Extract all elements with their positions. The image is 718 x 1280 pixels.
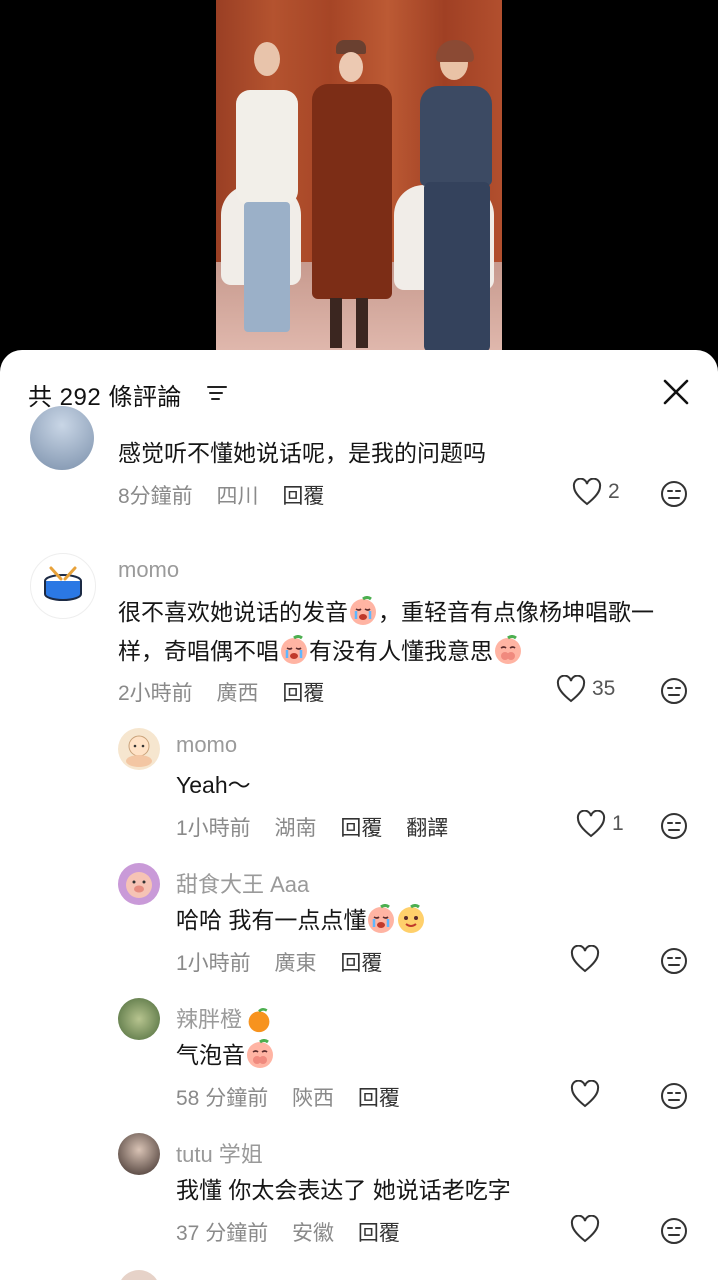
dislike-face-icon[interactable] [660, 947, 688, 975]
reply-item: tutu 学姐 我懂 你太会表达了 她说话老吃字 37 分鐘前 安徽 回覆 [0, 1133, 718, 1273]
user-avatar[interactable] [118, 728, 160, 770]
comment-text: 很不喜欢她说话的发音 ，重轻音有点像杨坤唱歌一样，奇唱偶不唱 有没有人懂我意思 [118, 593, 684, 671]
sort-icon[interactable] [207, 384, 227, 402]
dislike-face-icon[interactable] [660, 1082, 688, 1110]
video-person-center [312, 40, 392, 350]
reply-username[interactable]: tutu 学姐 [176, 1137, 263, 1169]
dislike-face-icon[interactable] [660, 812, 688, 840]
smiling-peach-emoji [398, 904, 425, 933]
reply-button[interactable]: 回覆 [340, 952, 382, 975]
video-person-left [236, 38, 298, 342]
reply-button[interactable]: 回覆 [282, 682, 324, 705]
reply-location: 陝西 [292, 1087, 335, 1110]
comment-time: 2小時前 [118, 682, 193, 705]
video-person-right [416, 40, 496, 352]
reply-button[interactable]: 回覆 [358, 1222, 400, 1245]
crying-peach-emoji [281, 635, 307, 664]
comment-item: 感觉听不懂她说话呢，是我的问题吗 8分鐘前 四川 回覆 2 [0, 406, 718, 542]
user-avatar[interactable] [30, 406, 94, 470]
drum-icon [44, 566, 82, 601]
like-button[interactable] [570, 1215, 606, 1243]
comment-text: 感觉听不懂她说话呢，是我的问题吗 [118, 440, 486, 466]
comment-time: 8分鐘前 [118, 485, 193, 508]
reply-text-part: 哈哈 我有一点点懂 [176, 907, 367, 933]
reply-location: 廣東 [274, 952, 317, 975]
orange-emoji [248, 1008, 270, 1033]
comment-location: 四川 [216, 485, 259, 508]
reply-meta: 58 分鐘前 陝西 回覆 [176, 1082, 418, 1112]
like-button[interactable]: 2 [572, 478, 620, 506]
crying-peach-emoji [350, 596, 376, 625]
reply-time: 58 分鐘前 [176, 1087, 269, 1110]
crying-peach-emoji [368, 904, 395, 933]
dislike-face-icon[interactable] [660, 480, 688, 508]
cartoon-pig-avatar-icon [126, 872, 152, 898]
like-button[interactable]: 35 [556, 675, 615, 703]
dislike-face-icon[interactable] [660, 1217, 688, 1245]
heart-icon [570, 1215, 600, 1243]
video-player[interactable] [0, 0, 718, 352]
reply-meta: 1小時前 廣東 回覆 [176, 947, 400, 977]
reply-text: 我懂 你太会表达了 她说话老吃字 [176, 1177, 511, 1203]
baby-avatar-icon [126, 735, 152, 767]
sheet-header: 共 292 條評論 [0, 350, 718, 430]
user-avatar[interactable] [118, 863, 160, 905]
reply-time: 1小時前 [176, 952, 251, 975]
shy-peach-emoji [247, 1039, 273, 1068]
comment-text-part: 很不喜欢她说话的发音 [118, 599, 348, 625]
comment-username[interactable]: momo [118, 557, 179, 583]
like-button[interactable] [570, 1080, 606, 1108]
reply-username[interactable]: 甜食大王 Aaa [176, 867, 309, 899]
heart-icon [570, 945, 600, 973]
heart-icon [572, 478, 602, 506]
like-count: 1 [612, 812, 624, 835]
comment-sheet: 共 292 條評論 感觉听不懂她说话呢，是我的问题吗 8分鐘前 四川 回覆 2 [0, 350, 718, 1280]
reply-username-text: 辣胖橙 [176, 1007, 243, 1032]
heart-icon [556, 675, 586, 703]
reply-button[interactable]: 回覆 [358, 1087, 400, 1110]
reply-meta: 37 分鐘前 安徽 回覆 [176, 1217, 418, 1247]
like-count: 35 [592, 677, 616, 700]
like-count: 2 [608, 480, 620, 503]
like-button[interactable]: 1 [576, 810, 624, 838]
reply-text-part: 气泡音 [176, 1042, 245, 1068]
user-avatar[interactable] [118, 998, 160, 1040]
dislike-face-icon[interactable] [660, 677, 688, 705]
reply-text: Yeah～ [176, 772, 251, 798]
reply-item: 甜食大王 Aaa 哈哈 我有一点点懂 1小時前 廣東 回覆 [0, 863, 718, 993]
reply-item: 辣胖橙 气泡音 58 分鐘前 陝西 回覆 [0, 998, 718, 1128]
reply-button[interactable]: 回覆 [282, 485, 324, 508]
reply-time: 1小時前 [176, 817, 251, 840]
reply-item: momo Yeah～ 1小時前 湖南 回覆 翻譯 1 [0, 728, 718, 858]
user-avatar[interactable] [118, 1133, 160, 1175]
reply-location: 安徽 [292, 1222, 335, 1245]
translate-button[interactable]: 翻譯 [406, 817, 448, 840]
like-button[interactable] [570, 945, 606, 973]
reply-text: 哈哈 我有一点点懂 [176, 901, 656, 940]
comment-item: momo 很不喜欢她说话的发音 ，重轻音有点像杨坤唱歌一样，奇唱偶不唱 有没有人懂我… [0, 553, 718, 713]
video-frame[interactable] [216, 0, 502, 352]
reply-meta: 1小時前 湖南 回覆 翻譯 [176, 812, 466, 842]
comment-location: 廣西 [216, 682, 259, 705]
reply-username[interactable]: 辣胖橙 [176, 1002, 272, 1034]
close-icon[interactable] [660, 376, 692, 408]
heart-icon [570, 1080, 600, 1108]
reply-button[interactable]: 回覆 [340, 817, 382, 840]
comment-text-part: 有没有人懂我意思 [309, 638, 493, 664]
reply-location: 湖南 [274, 817, 317, 840]
comment-meta: 2小時前 廣西 回覆 [118, 677, 342, 707]
user-avatar[interactable] [30, 553, 96, 619]
heart-icon [576, 810, 606, 838]
reply-time: 37 分鐘前 [176, 1222, 269, 1245]
reply-username[interactable]: momo [176, 732, 237, 758]
shy-peach-emoji [495, 635, 521, 664]
reply-text: 气泡音 [176, 1036, 656, 1075]
comment-meta: 8分鐘前 四川 回覆 [118, 480, 342, 510]
